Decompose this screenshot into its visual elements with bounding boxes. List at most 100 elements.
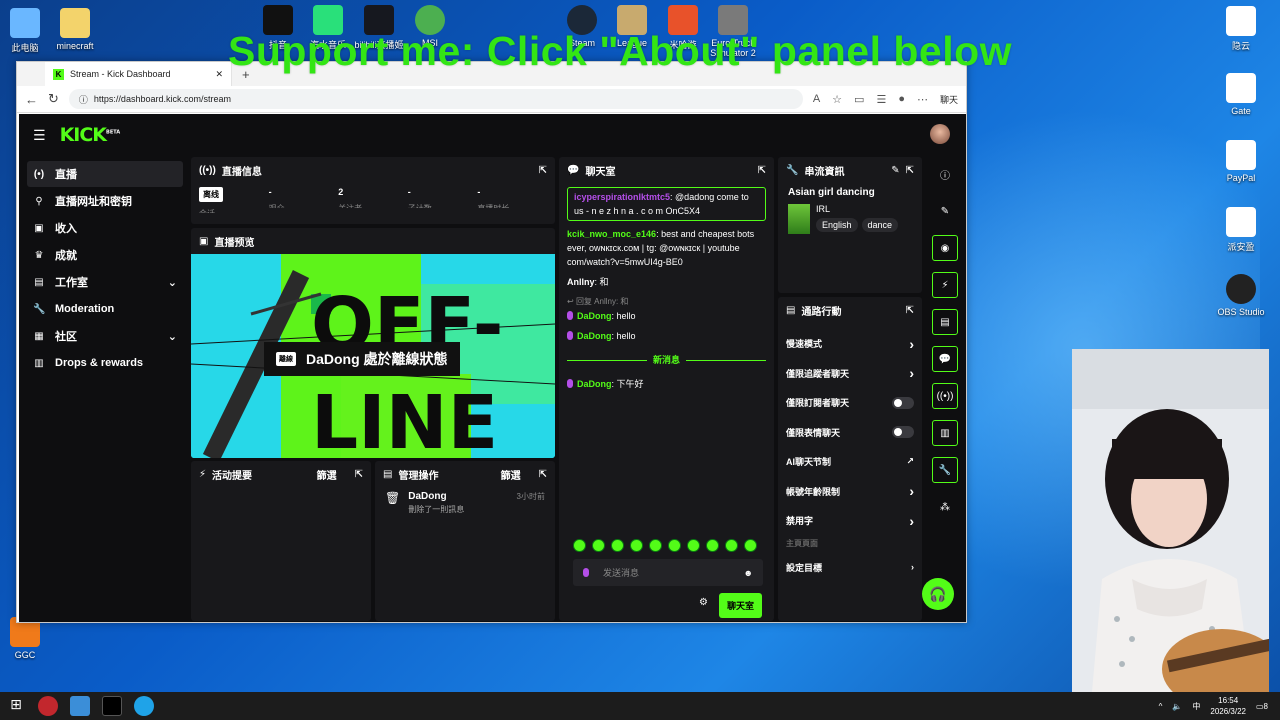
emote-icon[interactable] [687,539,700,552]
desktop-icon-gate[interactable]: Gate [1211,73,1271,116]
popout-icon[interactable]: ⇱ [539,165,547,176]
emote-icon[interactable] [744,539,757,552]
taskbar-app-icon[interactable] [70,696,90,716]
dots-icon[interactable]: ⁂ [932,494,958,520]
set-goal-row[interactable]: 設定目標 › [778,553,922,583]
collections-icon[interactable]: ☰ [876,93,886,106]
popout-icon[interactable]: ⇱ [906,305,914,316]
broadcast-icon[interactable]: ((•)) [932,383,958,409]
tray-chevron-icon[interactable]: ^ [1159,702,1163,711]
kick-logo[interactable]: KICKBETA [60,124,121,146]
desktop-icon-payoneer[interactable]: 派安盈 [1211,207,1271,253]
quick-action-row[interactable]: 禁用字 › [778,506,922,536]
browser-tab[interactable]: K Stream - Kick Dashboard ✕ [45,62,232,86]
split-icon[interactable]: ▭ [854,93,864,106]
mod-filter-button[interactable]: 篩選 [501,467,521,482]
edge-icon[interactable] [134,696,154,716]
menu-icon[interactable]: ☰ [33,127,46,144]
activity-filter-button[interactable]: 篩選 [317,467,337,482]
emote-icon[interactable] [592,539,605,552]
sidebar-item[interactable]: ▤ 工作室 ⌄ [27,269,183,295]
desktop-icon-paypal[interactable]: PayPal [1211,140,1271,183]
bolt-icon[interactable]: ⚡ [932,272,958,298]
chat-username[interactable]: kcik_nwo_moc_e146 [567,229,656,239]
taskbar-app-icon[interactable] [38,696,58,716]
chat-send-button[interactable]: 聊天室 [719,593,763,618]
back-icon[interactable]: ← [25,92,38,107]
desktop-icon-obs[interactable]: OBS Studio [1211,274,1271,317]
windows-start-icon[interactable]: ⊞ [6,696,26,716]
tag-chip[interactable]: dance [861,218,899,232]
emoji-picker-icon[interactable]: ☻ [744,568,753,578]
tag-chip[interactable]: English [816,218,858,232]
emote-icon[interactable] [706,539,719,552]
wrench-icon[interactable]: 🔧 [932,457,958,483]
sidebar-item[interactable]: ▥ Drops & rewards [27,350,183,376]
sidebar-item[interactable]: ▦ 社区 ⌄ [27,323,183,349]
quick-action-row[interactable]: 僅限追蹤者聊天 › [778,359,922,389]
chat-username[interactable]: Anllny [567,277,595,287]
edit-icon[interactable]: ✎ [932,198,958,224]
emote-icon[interactable] [630,539,643,552]
gate-icon [1226,73,1256,103]
chat-username[interactable]: icyperspirationlktmtc5 [574,192,670,202]
activity-feed-panel: ⚡ 活动提要 篩選 ⇱ [191,461,371,621]
desktop-icon-ggc[interactable]: GGC [0,617,55,660]
desktop-icon-minecraft[interactable]: minecraft [45,8,105,51]
quick-action-row[interactable]: 帳號年齡限制 › [778,477,922,507]
layout-icon[interactable]: ▥ [932,420,958,446]
sidebar-item[interactable]: ♛ 成就 [27,242,183,268]
stat-label: 子计数 [408,203,478,208]
volume-icon[interactable]: 🔈 [1172,702,1182,711]
url-field[interactable]: ⓘ https://dashboard.kick.com/stream [68,89,803,109]
notification-icon[interactable]: ▭8 [1256,702,1268,711]
desktop-icon-yinyun[interactable]: 隐云 [1211,6,1271,52]
edit-icon[interactable]: ✎ [891,165,899,176]
close-tab-icon[interactable]: ✕ [215,69,223,80]
emote-icon[interactable] [649,539,662,552]
sidebar-item[interactable]: ⚲ 直播网址和密钥 [27,188,183,214]
stat-value: 2 [338,187,344,197]
copilot-button[interactable]: 聊天 [940,93,958,106]
sidebar-item[interactable]: 🔧 Moderation [27,296,183,322]
stat-value: 离线 [199,187,223,202]
favorite-icon[interactable]: ☆ [832,93,842,106]
quick-action-row[interactable]: AI聊天节制 ↗ [778,447,922,477]
more-icon[interactable]: ⋯ [917,93,928,106]
note-icon[interactable]: ▤ [932,309,958,335]
profile-icon[interactable]: ● [898,93,905,105]
info-icon[interactable]: ⓘ [932,161,958,187]
clock[interactable]: 16:54 2026/3/22 [1210,695,1246,717]
reload-icon[interactable]: ↻ [48,91,59,107]
emote-icon[interactable] [725,539,738,552]
toggle-switch[interactable] [892,426,914,439]
camera-icon[interactable]: ◉ [932,235,958,261]
mod-action-user[interactable]: DaDong [408,491,508,502]
toggle-switch[interactable] [892,396,914,409]
sidebar-item[interactable]: ▣ 收入 [27,215,183,241]
chat-username[interactable]: DaDong [577,311,612,321]
read-aloud-icon[interactable]: A [813,93,820,105]
popout-icon[interactable]: ⇱ [355,469,363,480]
tiktok-icon[interactable] [102,696,122,716]
emote-icon[interactable] [668,539,681,552]
chat-bubble-icon[interactable]: 💬 [932,346,958,372]
emote-icon[interactable] [573,539,586,552]
sidebar-item[interactable]: (•) 直播 [27,161,183,187]
chat-input[interactable]: 发送消息 ☻ [573,559,763,586]
stream-stats: 离线会话-观众2关注者-子计数-直播时长 [191,183,555,217]
chat-username[interactable]: DaDong [577,331,612,341]
emote-icon[interactable] [611,539,624,552]
webcam-overlay [1072,349,1269,692]
site-info-icon[interactable]: ⓘ [79,93,88,106]
ime-indicator[interactable]: 中 [1192,701,1200,712]
quick-action-row[interactable]: 僅限表情聊天 [778,418,922,448]
popout-icon[interactable]: ⇱ [906,165,914,176]
chat-settings-icon[interactable]: ⚙ [699,597,708,608]
popout-icon[interactable]: ⇱ [539,469,547,480]
popout-icon[interactable]: ⇱ [758,165,766,176]
user-avatar[interactable] [930,124,950,144]
help-headset-button[interactable]: 🎧 [922,578,954,610]
quick-action-row[interactable]: 僅限訂閱者聊天 [778,388,922,418]
quick-action-row[interactable]: 慢速模式 › [778,329,922,359]
